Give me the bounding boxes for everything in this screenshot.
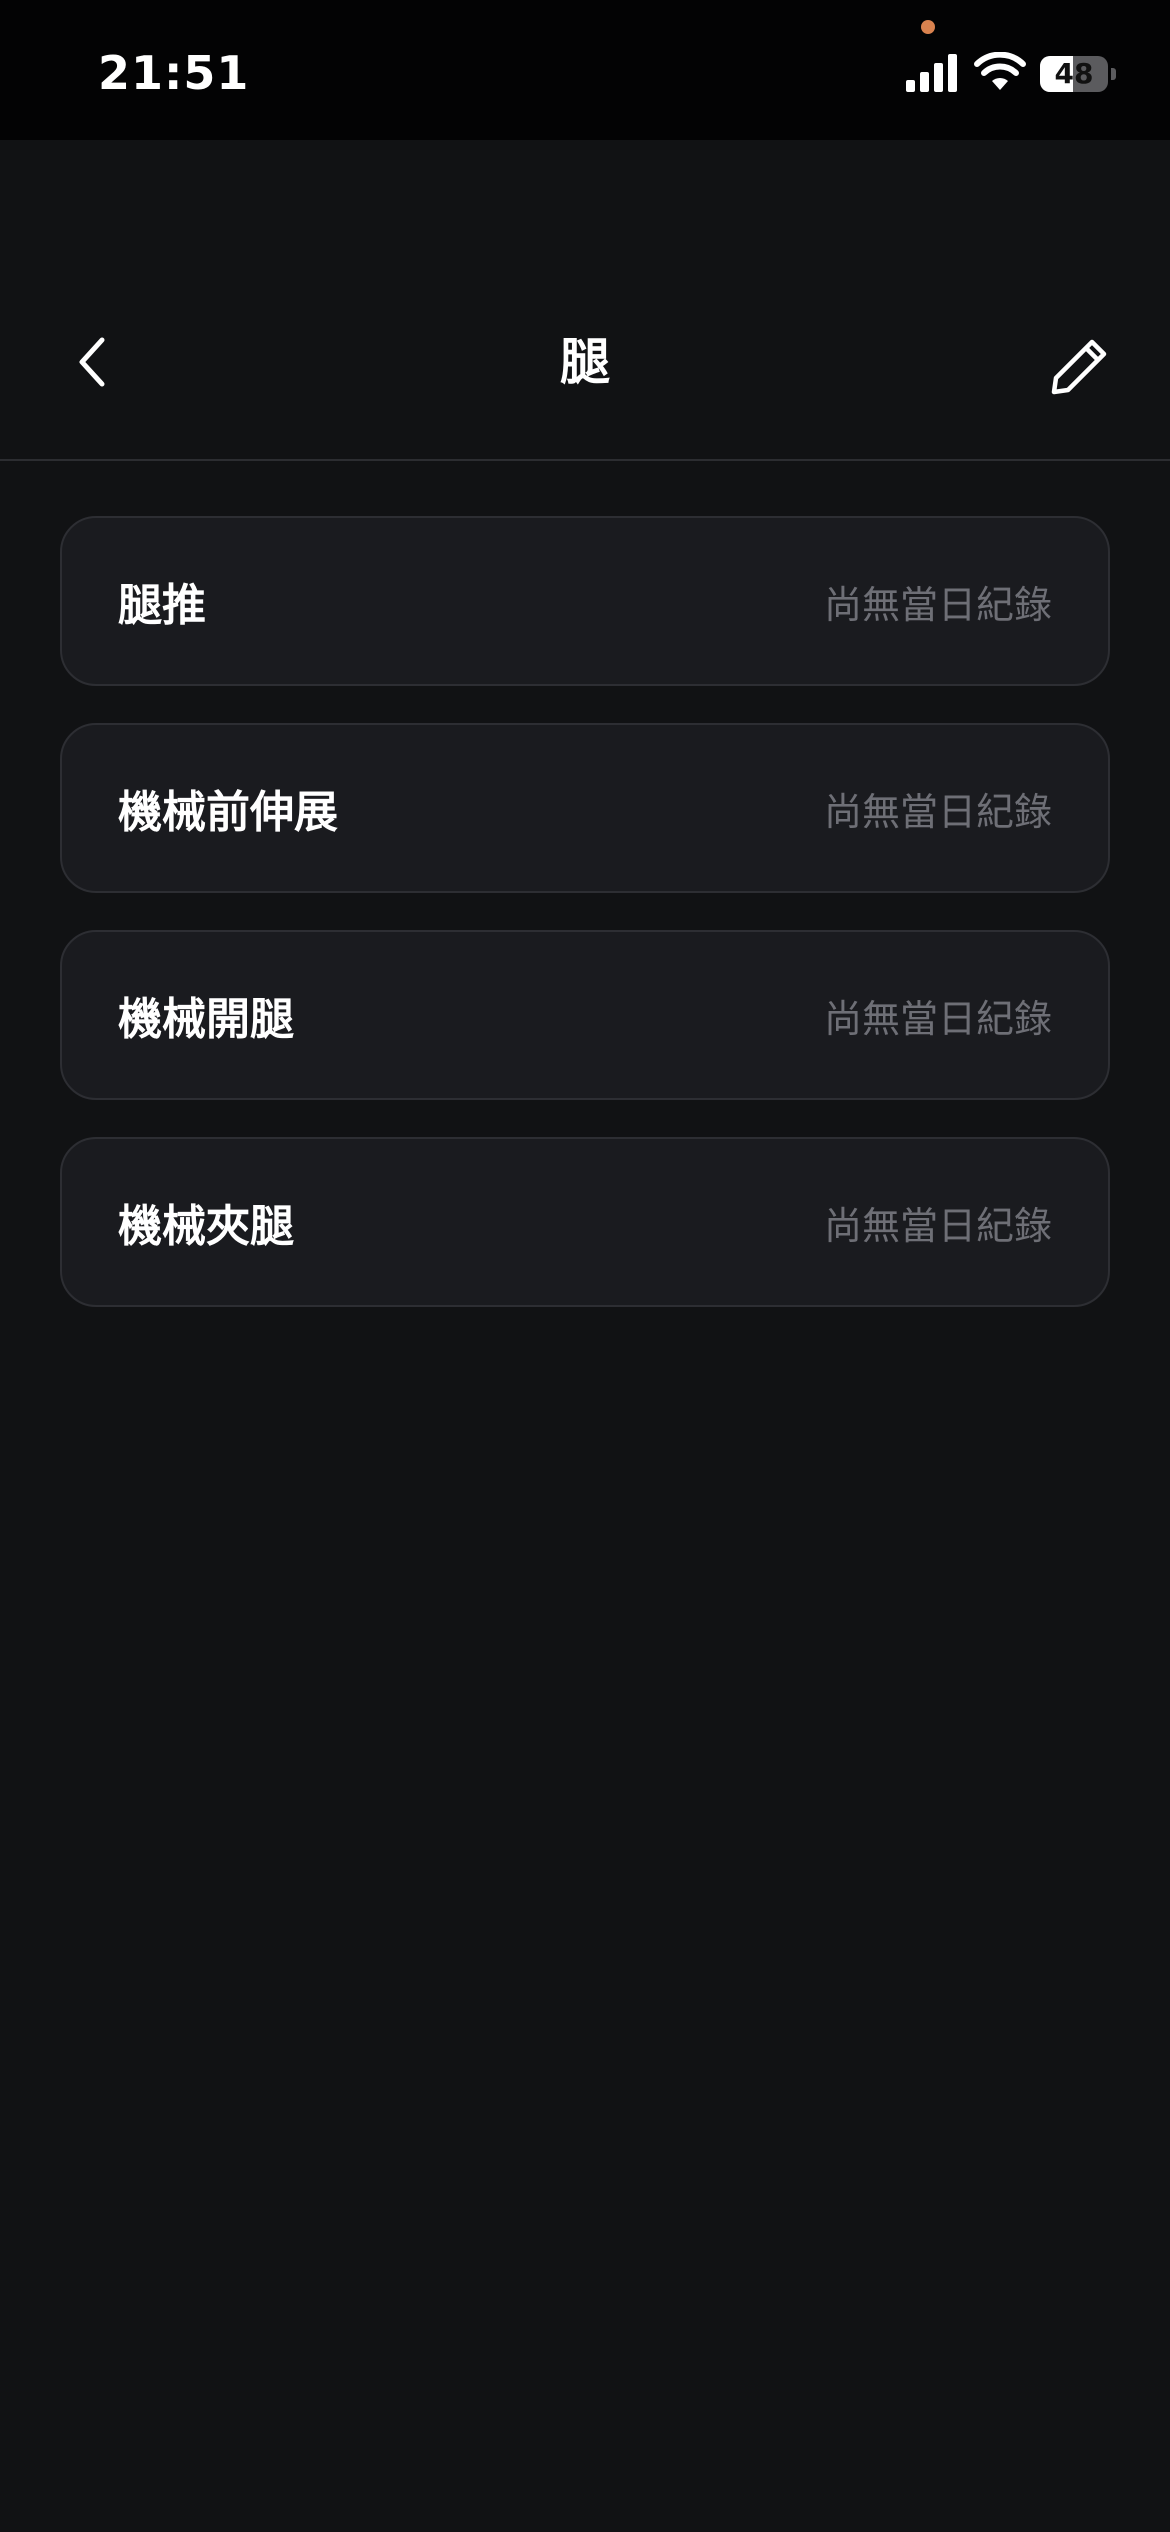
page-title: 腿 (560, 333, 610, 391)
pencil-icon (1051, 339, 1107, 395)
exercise-status: 尚無當日紀錄 (823, 582, 1052, 627)
status-bar: 21:51 48 (0, 0, 1170, 140)
exercise-status: 尚無當日紀錄 (823, 789, 1052, 834)
exercise-status: 尚無當日紀錄 (823, 996, 1052, 1041)
signal-icon (906, 54, 957, 92)
edit-button[interactable] (1040, 326, 1120, 406)
exercise-card[interactable]: 機械前伸展 尚無當日紀錄 (60, 723, 1110, 893)
exercise-status: 尚無當日紀錄 (823, 1203, 1052, 1248)
wifi-icon (974, 52, 1026, 90)
exercise-card[interactable]: 機械開腿 尚無當日紀錄 (60, 930, 1110, 1100)
camera-indicator-dot (921, 20, 935, 34)
exercise-name: 機械夾腿 (118, 1201, 294, 1252)
header-divider (0, 459, 1170, 461)
exercise-name: 腿推 (118, 580, 206, 631)
exercise-card[interactable]: 腿推 尚無當日紀錄 (60, 516, 1110, 686)
battery-level: 48 (1054, 57, 1094, 90)
exercise-card[interactable]: 機械夾腿 尚無當日紀錄 (60, 1137, 1110, 1307)
status-time: 21:51 (98, 46, 250, 100)
exercise-name: 機械前伸展 (118, 787, 338, 838)
battery-icon: 48 (1040, 56, 1116, 92)
exercise-list: 腿推 尚無當日紀錄 機械前伸展 尚無當日紀錄 機械開腿 尚無當日紀錄 機械夾腿 … (60, 516, 1110, 1344)
exercise-name: 機械開腿 (118, 994, 294, 1045)
